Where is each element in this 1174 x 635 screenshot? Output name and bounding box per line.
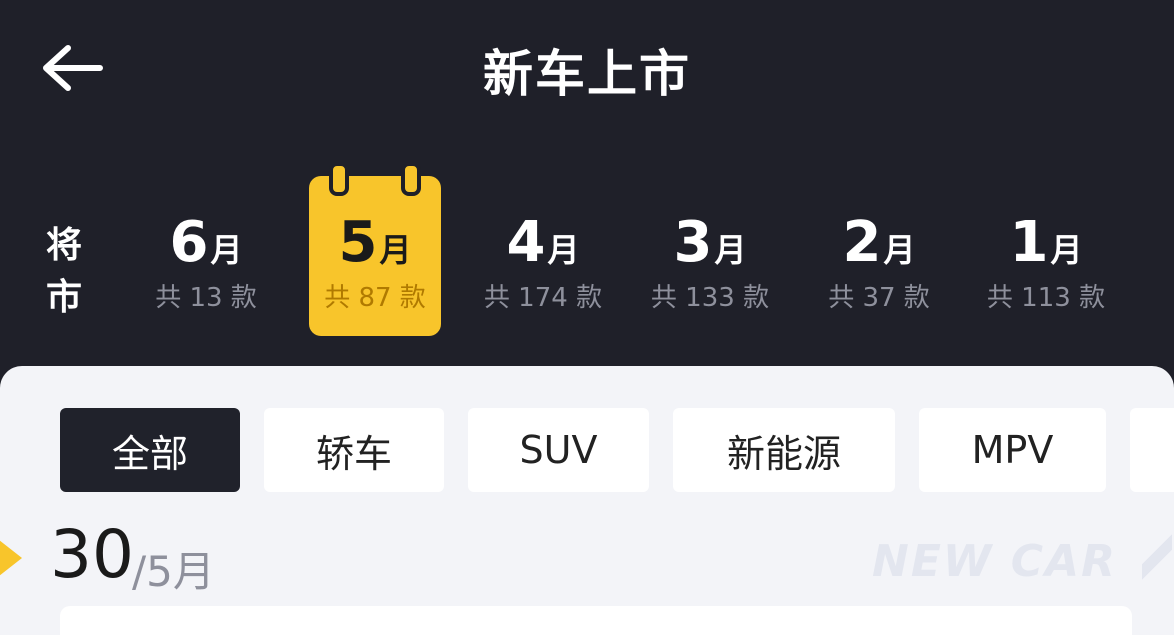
month-count: 共 174 款 [483,283,603,313]
month-item-3[interactable]: 3月 共 133 款 [644,176,776,336]
month-count: 共 87 款 [324,283,426,313]
page-title: 新车上市 [483,45,691,103]
month-count: 共 13 款 [155,283,257,313]
date-day: 30 [50,516,134,593]
filter-tab-more[interactable] [1130,408,1174,492]
upcoming-label-top: 将 [45,225,82,266]
month-count: 共 113 款 [986,283,1106,313]
month-item-2[interactable]: 2月 共 37 款 [813,176,945,336]
upcoming-label-bottom: 市 [45,277,82,318]
month-item-1[interactable]: 1月 共 113 款 [980,176,1112,336]
month-number: 2 [842,210,882,275]
calendar-ring-icon [401,162,421,196]
month-count: 共 133 款 [650,283,770,313]
month-item-5[interactable]: 5月 共 87 款 [309,162,441,336]
month-unit: 月 [210,231,243,269]
filter-tab-suv[interactable]: SUV [468,408,649,492]
month-number: 5 [338,210,378,275]
month-number: 3 [673,210,713,275]
month-number: 6 [169,210,209,275]
car-card[interactable] [60,606,1132,635]
month-item-6[interactable]: 6月 共 13 款 [140,176,272,336]
month-unit: 月 [379,231,412,269]
month-number: 4 [506,210,546,275]
filter-tab-mpv[interactable]: MPV [919,408,1106,492]
month-unit: 月 [714,231,747,269]
top-bar: 新车上市 [0,0,1174,140]
month-count: 共 37 款 [828,283,930,313]
upcoming-tab[interactable]: 将 市 [44,220,84,324]
month-selector: 将 市 6月 共 13 款 5月 共 87 款 4月 共 174 款 3月 共 … [0,150,1174,350]
filter-tab-sedan[interactable]: 轿车 [264,408,444,492]
date-month: /5月 [132,547,215,596]
month-item-4[interactable]: 4月 共 174 款 [477,176,609,336]
date-marker-icon [0,536,22,580]
content-panel: 全部 轿车 SUV 新能源 MPV 30 /5月 NEW CAR [0,366,1174,635]
watermark-slash-icon [1142,534,1172,580]
month-unit: 月 [547,231,580,269]
month-unit: 月 [1050,231,1083,269]
month-unit: 月 [883,231,916,269]
filter-tab-all[interactable]: 全部 [60,408,240,492]
new-car-watermark: NEW CAR [872,536,1117,587]
month-number: 1 [1009,210,1049,275]
filter-tab-new-energy[interactable]: 新能源 [673,408,895,492]
calendar-ring-icon [329,162,349,196]
